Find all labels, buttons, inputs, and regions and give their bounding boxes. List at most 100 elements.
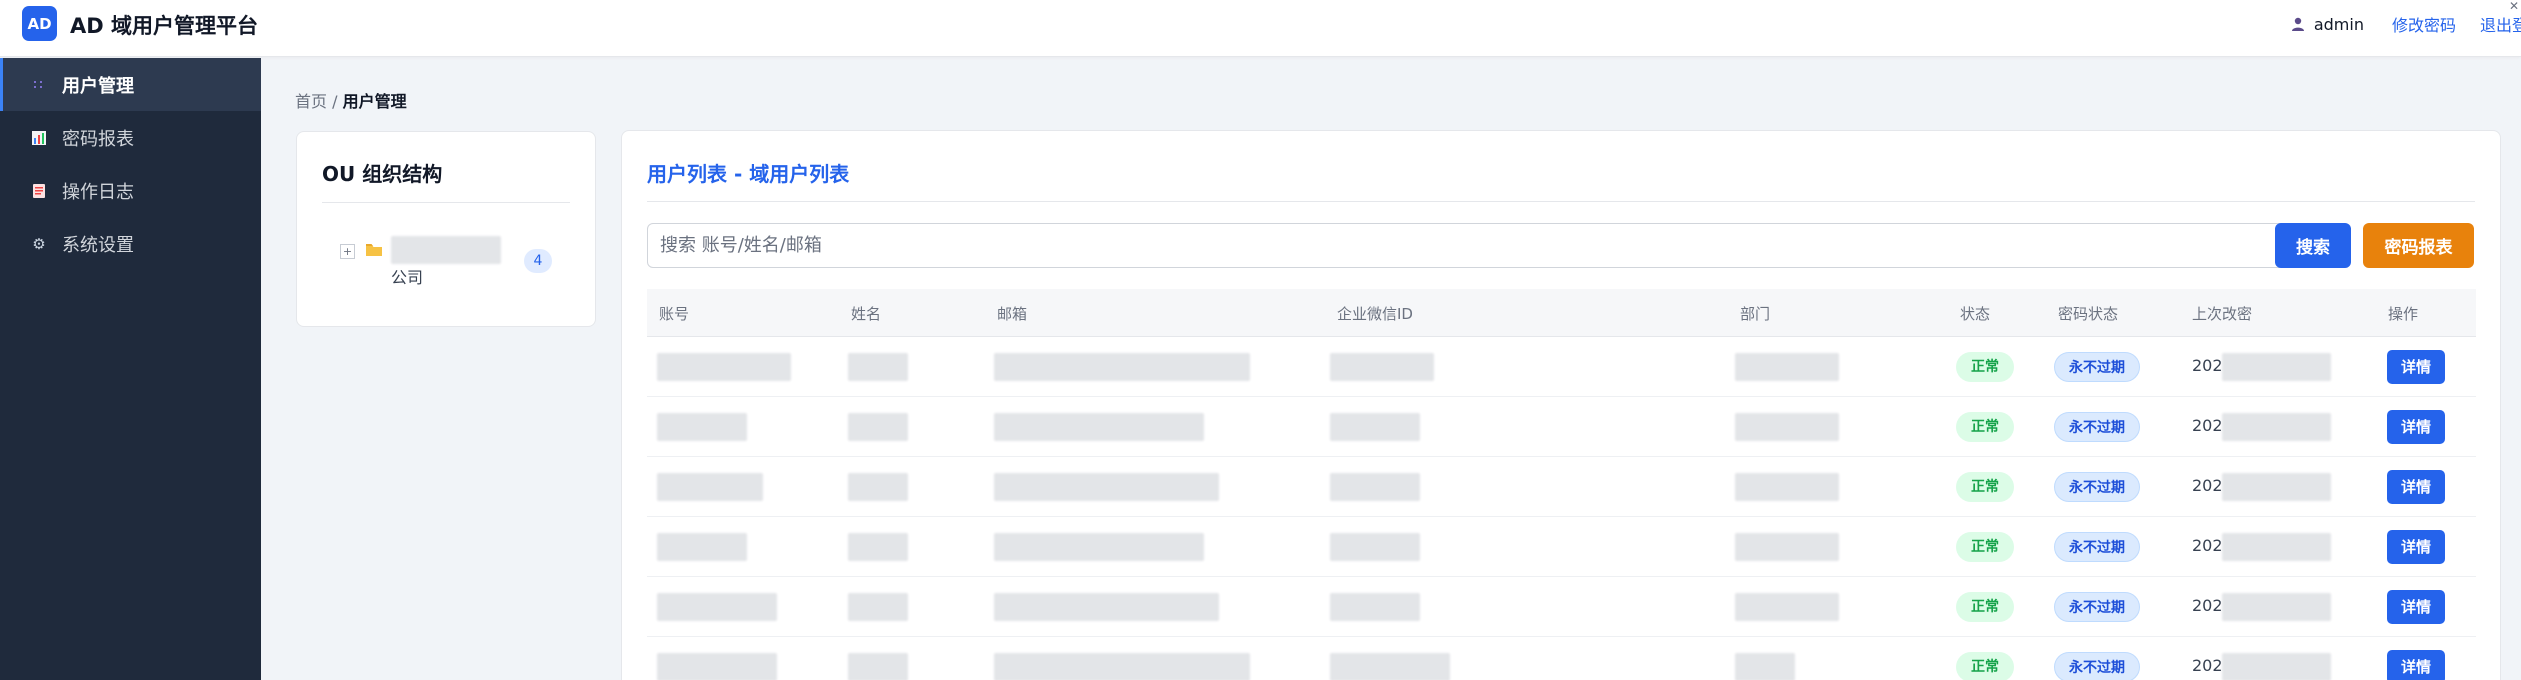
change-password-link[interactable]: 修改密码 (2392, 12, 2456, 36)
search-button[interactable]: 搜索 (2275, 223, 2351, 268)
status-badge: 正常 (1956, 472, 2014, 502)
sidebar-item-label: 用户管理 (62, 75, 134, 97)
table-row[interactable]: 正常 永不过期 202 详情 (647, 457, 2476, 517)
ou-panel: OU 组织结构 + 公司 4 (296, 131, 596, 327)
redacted-department (1735, 473, 1839, 501)
detail-button[interactable]: 详情 (2387, 650, 2445, 680)
user-table: 账号 姓名 邮箱 企业微信ID 部门 状态 密码状态 上次改密 操作 正常 永不… (647, 289, 2476, 680)
tree-label-container: 公司 (391, 236, 509, 288)
detail-button[interactable]: 详情 (2387, 530, 2445, 564)
status-badge: 正常 (1956, 592, 2014, 622)
folder-icon (366, 244, 382, 256)
redacted-email (994, 413, 1204, 441)
password-status-badge: 永不过期 (2054, 472, 2140, 502)
column-header-last-change: 上次改密 (2192, 305, 2253, 323)
sidebar-item-system-settings[interactable]: ⚙ 系统设置 (0, 217, 261, 270)
redacted-department (1735, 593, 1839, 621)
close-icon[interactable]: ✕ (2507, 0, 2521, 14)
detail-button[interactable]: 详情 (2387, 410, 2445, 444)
redacted-department (1735, 413, 1839, 441)
last-change-date: 202 (2192, 416, 2223, 435)
sidebar-item-label: 密码报表 (62, 128, 134, 150)
sidebar-item-password-report[interactable]: 密码报表 (0, 111, 261, 164)
sidebar-item-label: 系统设置 (62, 234, 134, 256)
password-status-badge: 永不过期 (2054, 352, 2140, 382)
redacted-account (657, 413, 747, 441)
divider (647, 201, 2475, 202)
app-logo: AD (22, 6, 57, 41)
sidebar-item-operation-log[interactable]: 操作日志 (0, 164, 261, 217)
password-report-button[interactable]: 密码报表 (2363, 223, 2474, 268)
last-change-date: 202 (2192, 656, 2223, 675)
column-header-status: 状态 (1960, 305, 1991, 323)
breadcrumb-separator: / (332, 92, 338, 111)
password-status-badge: 永不过期 (2054, 652, 2140, 680)
redacted-date (2222, 593, 2331, 621)
redacted-name (848, 473, 908, 501)
redacted-email (994, 653, 1250, 680)
user-icon (2291, 17, 2304, 31)
password-status-badge: 永不过期 (2054, 412, 2140, 442)
column-header-actions: 操作 (2388, 305, 2419, 323)
status-badge: 正常 (1956, 532, 2014, 562)
column-header-account: 账号 (659, 305, 690, 323)
user-name: admin (2313, 14, 2364, 34)
redacted-department (1735, 533, 1839, 561)
redacted-account (657, 353, 791, 381)
redacted-wecom-id (1330, 593, 1420, 621)
app-title: AD 域用户管理平台 (70, 14, 258, 38)
redacted-date (2222, 653, 2331, 680)
sidebar-item-user-management[interactable]: 用户管理 (0, 58, 261, 111)
top-header: AD AD 域用户管理平台 admin 修改密码 退出登录 ✕ (0, 0, 2521, 57)
redacted-date (2222, 413, 2331, 441)
redacted-date (2222, 353, 2331, 381)
ou-tree-node[interactable]: + 公司 (340, 236, 509, 288)
expand-icon[interactable]: + (340, 244, 355, 259)
redacted-account (657, 593, 777, 621)
redacted-name (848, 353, 908, 381)
redacted-wecom-id (1330, 473, 1420, 501)
detail-button[interactable]: 详情 (2387, 350, 2445, 384)
redacted-wecom-id (1330, 353, 1434, 381)
last-change-date: 202 (2192, 356, 2223, 375)
redacted-account (657, 533, 747, 561)
redacted-email (994, 473, 1219, 501)
detail-button[interactable]: 详情 (2387, 470, 2445, 504)
users-icon (30, 76, 48, 94)
detail-button[interactable]: 详情 (2387, 590, 2445, 624)
status-badge: 正常 (1956, 352, 2014, 382)
redacted-department (1735, 353, 1839, 381)
user-list-title: 用户列表 - 域用户列表 (647, 162, 850, 186)
column-header-name: 姓名 (851, 305, 882, 323)
last-change-date: 202 (2192, 596, 2223, 615)
table-row[interactable]: 正常 永不过期 202 详情 (647, 397, 2476, 457)
redacted-name (848, 413, 908, 441)
ou-count-badge: 4 (524, 249, 552, 273)
redacted-text (391, 236, 501, 264)
search-input[interactable] (647, 223, 2286, 268)
ou-panel-title: OU 组织结构 (322, 162, 443, 186)
column-header-department: 部门 (1740, 305, 1771, 323)
column-header-password-status: 密码状态 (2058, 305, 2119, 323)
redacted-wecom-id (1330, 413, 1420, 441)
redacted-email (994, 353, 1250, 381)
column-header-email: 邮箱 (997, 305, 1028, 323)
redacted-date (2222, 473, 2331, 501)
sidebar: 用户管理 密码报表 操作日志 ⚙ 系统设置 (0, 58, 261, 680)
redacted-name (848, 533, 908, 561)
breadcrumb-current: 用户管理 (342, 92, 407, 111)
password-status-badge: 永不过期 (2054, 532, 2140, 562)
breadcrumb-home[interactable]: 首页 (295, 92, 327, 111)
redacted-name (848, 653, 908, 680)
table-row[interactable]: 正常 永不过期 202 详情 (647, 577, 2476, 637)
redacted-date (2222, 533, 2331, 561)
table-row[interactable]: 正常 永不过期 202 详情 (647, 637, 2476, 680)
table-row[interactable]: 正常 永不过期 202 详情 (647, 337, 2476, 397)
divider (322, 202, 570, 203)
redacted-email (994, 533, 1204, 561)
user-area: admin 修改密码 退出登录 (2290, 12, 2521, 36)
breadcrumb: 首页 / 用户管理 (295, 88, 407, 112)
table-row[interactable]: 正常 永不过期 202 详情 (647, 517, 2476, 577)
redacted-wecom-id (1330, 653, 1450, 680)
logout-link[interactable]: 退出登录 (2480, 12, 2521, 36)
